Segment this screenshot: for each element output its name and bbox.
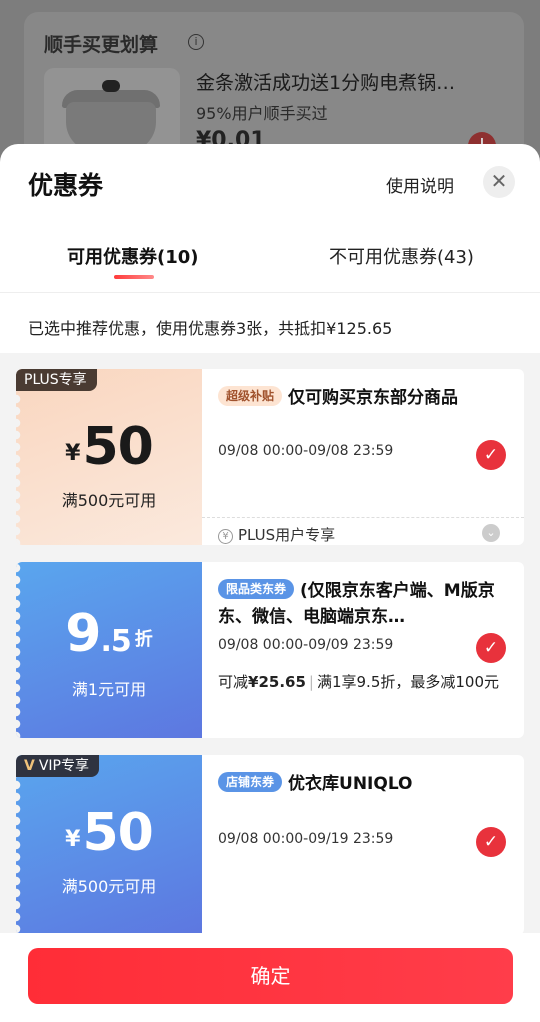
coupon-footer[interactable]: ¥ PLUS用户专享 ⌄ xyxy=(202,517,524,545)
coupon-condition: 满500元可用 xyxy=(61,877,157,896)
coupon-info-panel: 超级补贴 仅可购买京东部分商品 09/08 00:00-09/08 23:59 ✓… xyxy=(202,369,524,545)
coupon-detail: 可减¥25.65 | 满1享9.5折，最多减100元 xyxy=(218,669,508,695)
coupon-value-panel: 9.5 折 满1元可用 xyxy=(16,562,202,738)
sheet-title: 优惠券 xyxy=(28,171,104,200)
coupon-validity: 09/08 00:00-09/08 23:59 xyxy=(218,443,394,459)
bg-product-title: 金条激活成功送1分购电煮锅… xyxy=(196,72,456,94)
coupon-amount: 9.5 折 xyxy=(16,604,202,664)
coupon-validity: 09/08 00:00-09/09 23:59 xyxy=(218,637,394,653)
coupon-value-panel: V VIP专享 ¥50 满500元可用 xyxy=(16,755,202,935)
discount-int: 9 xyxy=(65,604,101,664)
coupon-tag: 限品类东券 xyxy=(218,579,295,599)
vip-badge: V VIP专享 xyxy=(16,755,99,777)
coupon-info-panel: 限品类东券 (仅限京东客户端、M版京东、微信、电脑端京东… 09/08 00:00… xyxy=(202,562,524,738)
check-icon[interactable]: ✓ xyxy=(476,440,506,470)
close-icon[interactable]: ✕ xyxy=(483,166,515,198)
coupon-title-text: 优衣库UNIQLO xyxy=(288,774,413,794)
coupon-card[interactable]: PLUS专享 ¥50 满500元可用 超级补贴 仅可购买京东部分商品 09/08 … xyxy=(16,369,524,545)
plus-badge: PLUS专享 xyxy=(16,369,97,391)
vip-logo-icon: V xyxy=(24,758,35,774)
currency-symbol: ¥ xyxy=(65,827,81,852)
coupon-card[interactable]: V VIP专享 ¥50 满500元可用 店铺东券 优衣库UNIQLO 09/08 0… xyxy=(16,755,524,935)
coupon-title-text: 仅可购买京东部分商品 xyxy=(288,388,459,408)
detail-rest: 满1享9.5折，最多减100元 xyxy=(316,673,499,691)
bottom-bar: 确定 xyxy=(0,933,540,1022)
coupon-tag: 店铺东券 xyxy=(218,772,283,792)
background-page: 顺手买更划算 i 金条激活成功送1分购电煮锅… 95%用户顺手买过 ¥0.01 … xyxy=(0,0,540,172)
discount-dec: .5 xyxy=(100,624,131,659)
bg-product-subtitle: 95%用户顺手买过 xyxy=(196,104,328,123)
info-icon: i xyxy=(188,34,204,50)
coupon-title: 店铺东券 优衣库UNIQLO xyxy=(218,771,508,797)
discount-unit: 折 xyxy=(134,629,153,650)
coupon-footer-text: PLUS用户专享 xyxy=(238,526,336,544)
check-icon[interactable]: ✓ xyxy=(476,827,506,857)
divider: | xyxy=(308,673,314,691)
detail-amount: ¥25.65 xyxy=(248,673,306,691)
tab-available-coupons[interactable]: 可用优惠券(10) xyxy=(67,243,199,269)
coupon-title: 超级补贴 仅可购买京东部分商品 xyxy=(218,385,508,411)
coupon-info-panel: 店铺东券 优衣库UNIQLO 09/08 00:00-09/19 23:59 ✓ xyxy=(202,755,524,935)
coupon-amount: ¥50 xyxy=(16,417,202,477)
bg-section-title: 顺手买更划算 xyxy=(44,34,159,56)
amount-value: 50 xyxy=(82,417,153,477)
discount-summary: 已选中推荐优惠，使用优惠券3张，共抵扣¥125.65 xyxy=(28,319,393,338)
tab-unavailable-coupons[interactable]: 不可用优惠券(43) xyxy=(329,243,474,269)
detail-prefix: 可减 xyxy=(218,673,249,691)
usage-instructions-link[interactable]: 使用说明 xyxy=(386,172,454,197)
coupon-amount: ¥50 xyxy=(16,803,202,863)
coupon-tag: 超级补贴 xyxy=(218,386,283,406)
coupon-value-panel: PLUS专享 ¥50 满500元可用 xyxy=(16,369,202,545)
coupon-validity: 09/08 00:00-09/19 23:59 xyxy=(218,831,394,847)
coupon-condition: 满500元可用 xyxy=(61,491,157,510)
coupon-title: 限品类东券 (仅限京东客户端、M版京东、微信、电脑端京东… xyxy=(218,578,508,630)
vip-badge-text: VIP专享 xyxy=(38,758,89,774)
coupon-card[interactable]: 9.5 折 满1元可用 限品类东券 (仅限京东客户端、M版京东、微信、电脑端京东… … xyxy=(16,562,524,738)
chevron-down-icon[interactable]: ⌄ xyxy=(482,524,500,542)
coupon-sheet: 优惠券 使用说明 ✕ 可用优惠券(10) 不可用优惠券(43) 已选中推荐优惠，… xyxy=(0,144,540,1022)
confirm-button[interactable]: 确定 xyxy=(28,948,513,1004)
amount-value: 50 xyxy=(82,803,153,863)
pot-knob-shape xyxy=(102,80,120,92)
coupon-condition: 满1元可用 xyxy=(71,680,147,699)
yen-icon: ¥ xyxy=(218,529,233,544)
currency-symbol: ¥ xyxy=(65,441,81,466)
active-tab-indicator xyxy=(114,275,154,279)
divider xyxy=(0,292,540,293)
check-icon[interactable]: ✓ xyxy=(476,633,506,663)
